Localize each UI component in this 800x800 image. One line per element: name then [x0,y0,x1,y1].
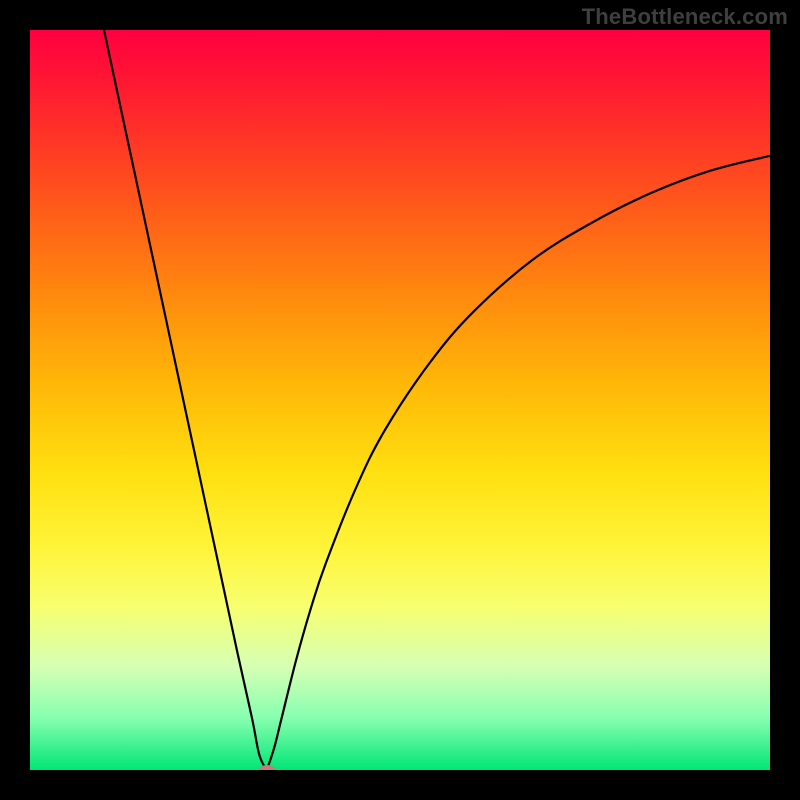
plot-area [30,30,770,770]
curve-left-branch [104,30,267,770]
curve-right-branch [267,156,770,770]
bottleneck-curve [30,30,770,770]
minimum-marker-icon [259,765,275,770]
chart-canvas: TheBottleneck.com [0,0,800,800]
watermark-text: TheBottleneck.com [582,4,788,30]
